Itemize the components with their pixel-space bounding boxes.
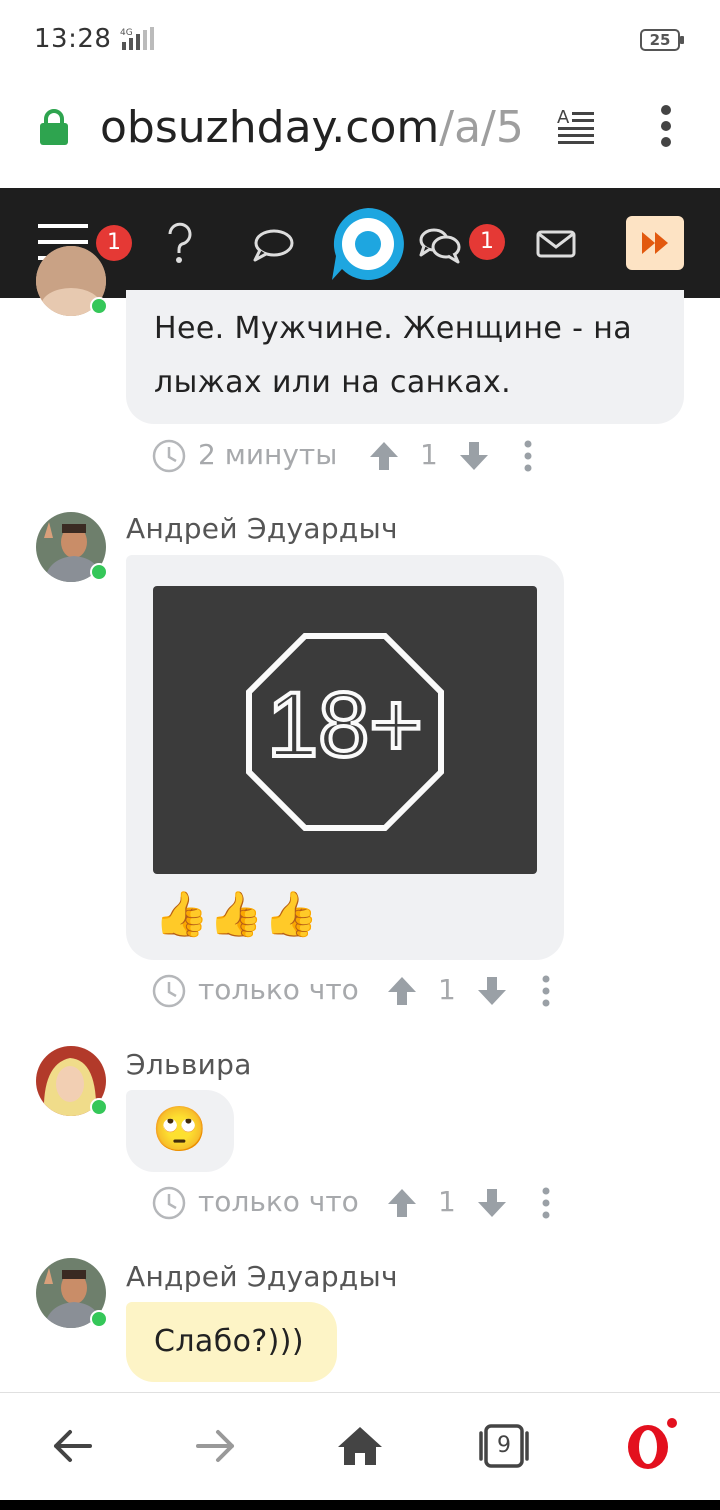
comment-author[interactable]: Андрей Эдуардыч xyxy=(126,1260,398,1293)
opera-icon[interactable] xyxy=(624,1415,680,1471)
messages-icon[interactable] xyxy=(418,226,462,264)
upvote-icon[interactable] xyxy=(386,1187,418,1219)
upvote-icon[interactable] xyxy=(386,975,418,1007)
fast-forward-icon xyxy=(642,232,668,254)
svg-text:A: A xyxy=(557,107,570,128)
comment-meta: только что 1 xyxy=(152,1183,572,1223)
comment-bubble: 🙄 xyxy=(126,1090,234,1172)
comment-text: Слабо?))) xyxy=(154,1324,304,1359)
age-restricted-image[interactable]: 18+ xyxy=(153,586,537,874)
browser-menu-icon[interactable] xyxy=(656,104,676,148)
comment-score: 1 xyxy=(438,973,456,1006)
tabs-count: 9 xyxy=(497,1433,511,1458)
online-indicator xyxy=(90,1098,108,1116)
clock-icon xyxy=(152,1186,186,1220)
online-indicator xyxy=(90,563,108,581)
comment-text: Нее. Мужчине. Женщине - на лыжах или на … xyxy=(154,311,633,400)
downvote-icon[interactable] xyxy=(476,1187,508,1219)
downvote-icon[interactable] xyxy=(476,975,508,1007)
more-icon[interactable] xyxy=(540,975,552,1007)
downvote-icon[interactable] xyxy=(458,440,490,472)
comment-author[interactable]: Андрей Эдуардыч xyxy=(126,512,398,545)
online-indicator xyxy=(90,297,108,315)
upvote-icon[interactable] xyxy=(368,440,400,472)
tabs-button[interactable]: 9 xyxy=(476,1423,532,1469)
mail-icon[interactable] xyxy=(536,230,576,258)
comment-meta: только что 1 xyxy=(152,971,572,1011)
reader-mode-icon[interactable]: A xyxy=(556,106,598,144)
signal-icon: 4G xyxy=(118,26,158,54)
logo-icon[interactable] xyxy=(330,206,406,282)
comment-bubble: Слабо?))) xyxy=(126,1302,337,1382)
browser-toolbar: 9 xyxy=(0,1392,720,1501)
battery-level: 25 xyxy=(649,31,671,49)
online-indicator xyxy=(90,1310,108,1328)
clock-icon xyxy=(152,439,186,473)
comment-bubble: Нее. Мужчине. Женщине - на лыжах или на … xyxy=(126,290,684,424)
help-icon[interactable] xyxy=(164,222,196,266)
url-field[interactable]: obsuzhday.com/a/5 xyxy=(100,100,532,156)
url-path: /a/5 xyxy=(439,102,524,153)
status-time: 13:28 xyxy=(34,24,112,54)
battery-icon: 25 xyxy=(640,29,686,53)
more-icon[interactable] xyxy=(540,1187,552,1219)
comment-time: только что xyxy=(198,973,359,1006)
comment-bubble: 18+ 👍👍👍 xyxy=(126,555,564,960)
comment-emoji: 👍👍👍 xyxy=(154,889,319,940)
fast-forward-button[interactable] xyxy=(626,216,684,270)
lock-icon xyxy=(38,108,70,146)
comment-emoji: 🙄 xyxy=(152,1104,207,1155)
comment-time: 2 минуты xyxy=(198,438,338,471)
chat-icon[interactable] xyxy=(252,228,294,262)
comment-author[interactable]: Эльвира xyxy=(126,1048,252,1081)
age-label: 18+ xyxy=(267,674,423,776)
site-nav: 1 1 xyxy=(0,188,720,298)
url-host: obsuzhday.com xyxy=(100,102,440,153)
network-type: 4G xyxy=(120,28,133,38)
system-nav-edge xyxy=(0,1500,720,1510)
clock-icon xyxy=(152,974,186,1008)
back-icon[interactable] xyxy=(52,1429,92,1463)
home-icon[interactable] xyxy=(336,1425,384,1467)
comment-meta: 2 минуты 1 xyxy=(152,436,552,476)
forward-icon[interactable] xyxy=(196,1429,236,1463)
comment-score: 1 xyxy=(438,1185,456,1218)
messages-badge: 1 xyxy=(469,224,505,260)
comment-score: 1 xyxy=(420,438,438,471)
more-icon[interactable] xyxy=(522,440,534,472)
comment-time: только что xyxy=(198,1185,359,1218)
menu-badge: 1 xyxy=(96,225,132,261)
